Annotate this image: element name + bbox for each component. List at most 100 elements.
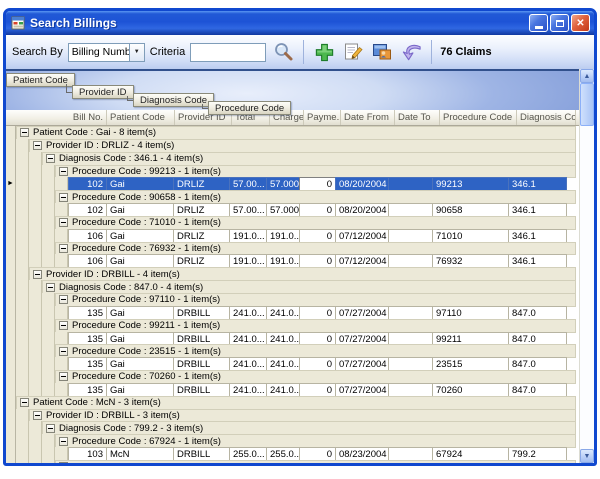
cell-bill-no-[interactable]: 135 [68, 357, 107, 371]
collapse-icon[interactable] [59, 167, 68, 176]
cell-date-from[interactable]: 07/27/2004 [335, 306, 389, 320]
row-selector[interactable] [6, 165, 16, 179]
cell-payme-[interactable]: 0 [299, 447, 336, 461]
cell-diagnosis-code[interactable]: 847.0 [508, 357, 567, 371]
group-row[interactable]: Procedure Code : 76932 - 1 item(s) [6, 242, 576, 256]
cell-provider-id[interactable]: DRLIZ [173, 229, 230, 243]
cell-procedure-code[interactable]: 76932 [432, 254, 509, 268]
collapse-icon[interactable] [59, 193, 68, 202]
collapse-icon[interactable] [20, 398, 29, 407]
column-header-2[interactable]: Patient Code [107, 110, 175, 125]
group-row-bar[interactable]: Procedure Code : 70260 - 1 item(s) [55, 370, 576, 384]
cell-procedure-code[interactable]: 67924 [432, 447, 509, 461]
cell-bill-no-[interactable]: 102 [68, 203, 107, 217]
group-row[interactable]: Provider ID : DRLIZ - 4 item(s) [6, 139, 576, 153]
group-row-bar[interactable]: Patient Code : Gai - 8 item(s) [16, 126, 576, 140]
collapse-icon[interactable] [59, 347, 68, 356]
row-selector[interactable] [6, 332, 16, 346]
collapse-icon[interactable] [59, 462, 68, 463]
cell-date-from[interactable]: 07/27/2004 [335, 332, 389, 346]
cell-patient-code[interactable]: Gai [106, 332, 174, 346]
row-selector[interactable] [6, 460, 16, 463]
row-selector[interactable] [6, 357, 16, 371]
cell-patient-code[interactable]: Gai [106, 306, 174, 320]
minimize-button[interactable] [529, 14, 548, 32]
group-row[interactable]: Procedure Code : 71010 - 1 item(s) [6, 216, 576, 230]
cell-diagnosis-code[interactable]: 346.1 [508, 177, 567, 191]
group-row[interactable]: Patient Code : McN - 3 item(s) [6, 396, 576, 410]
row-selector[interactable] [6, 267, 16, 281]
edit-button[interactable] [341, 40, 365, 64]
cell-charges[interactable]: 191.0... [266, 254, 300, 268]
cell-procedure-code[interactable]: 99213 [432, 177, 509, 191]
collapse-icon[interactable] [33, 270, 42, 279]
cell-patient-code[interactable]: Gai [106, 254, 174, 268]
cell-payme-[interactable]: 0 [299, 383, 336, 397]
cell-charges[interactable]: 255.0... [266, 447, 300, 461]
cell-provider-id[interactable]: DRBILL [173, 357, 230, 371]
group-row[interactable]: Patient Code : Gai - 8 item(s) [6, 126, 576, 140]
cell-date-to[interactable] [388, 229, 433, 243]
chevron-down-icon[interactable]: ▼ [129, 44, 144, 61]
cell-date-to[interactable] [388, 254, 433, 268]
row-selector[interactable] [6, 242, 16, 256]
cell-charges[interactable]: 57.0000 [266, 203, 300, 217]
cell-payme-[interactable]: 0 [299, 357, 336, 371]
column-header-9[interactable]: Procedure Code [440, 110, 517, 125]
cell-date-from[interactable]: 08/23/2004 [335, 447, 389, 461]
column-header-7[interactable]: Date From [341, 110, 395, 125]
cell-diagnosis-code[interactable]: 799.2 [508, 447, 567, 461]
cell-payme-[interactable]: 0 [299, 177, 336, 191]
row-selector[interactable] [6, 152, 16, 166]
data-row[interactable]: 103McNDRBILL255.0...255.0...008/23/20046… [6, 447, 576, 461]
collapse-icon[interactable] [59, 372, 68, 381]
group-row[interactable]: Procedure Code : 70260 - 1 item(s) [6, 370, 576, 384]
cell-total[interactable]: 255.0... [229, 447, 267, 461]
group-row-bar[interactable]: Patient Code : McN - 3 item(s) [16, 396, 576, 410]
scrollbar-thumb[interactable] [580, 83, 594, 126]
cell-procedure-code[interactable]: 23515 [432, 357, 509, 371]
row-selector[interactable] [6, 293, 16, 307]
collapse-icon[interactable] [46, 424, 55, 433]
group-row-bar[interactable]: Procedure Code : 23515 - 1 item(s) [55, 344, 576, 358]
cell-diagnosis-code[interactable]: 847.0 [508, 306, 567, 320]
group-row-bar[interactable]: Procedure Code : 99213 - 1 item(s) [55, 165, 576, 179]
group-row[interactable]: Diagnosis Code : 847.0 - 4 item(s) [6, 280, 576, 294]
cell-procedure-code[interactable]: 70260 [432, 383, 509, 397]
cell-diagnosis-code[interactable]: 346.1 [508, 203, 567, 217]
data-row[interactable]: 106GaiDRLIZ191.0...191.0...007/12/200471… [6, 229, 576, 243]
search-button[interactable] [271, 40, 295, 64]
collapse-icon[interactable] [46, 154, 55, 163]
cell-payme-[interactable]: 0 [299, 332, 336, 346]
group-row[interactable]: Procedure Code : 90658 - 1 item(s) [6, 190, 576, 204]
collapse-icon[interactable] [46, 283, 55, 292]
group-row-bar[interactable]: Procedure Code : 71010 - 1 item(s) [55, 216, 576, 230]
cell-date-from[interactable]: 07/12/2004 [335, 229, 389, 243]
collapse-icon[interactable] [59, 295, 68, 304]
cell-charges[interactable]: 241.0... [266, 357, 300, 371]
row-selector[interactable] [6, 447, 16, 461]
cell-bill-no-[interactable]: 106 [68, 229, 107, 243]
cell-patient-code[interactable]: Gai [106, 229, 174, 243]
cell-bill-no-[interactable]: 106 [68, 254, 107, 268]
titlebar[interactable]: Search Billings ✕ [6, 11, 594, 35]
cell-total[interactable]: 191.0... [229, 254, 267, 268]
maximize-button[interactable] [550, 14, 569, 32]
scroll-down-button[interactable]: ▼ [580, 449, 594, 463]
cell-bill-no-[interactable]: 102 [68, 177, 107, 191]
cell-diagnosis-code[interactable]: 847.0 [508, 332, 567, 346]
row-selector[interactable] [6, 344, 16, 358]
group-row[interactable] [6, 460, 576, 463]
group-row-bar[interactable]: Procedure Code : 99211 - 1 item(s) [55, 319, 576, 333]
group-row-bar[interactable]: Procedure Code : 97110 - 1 item(s) [55, 293, 576, 307]
cell-date-to[interactable] [388, 332, 433, 346]
cell-total[interactable]: 241.0... [229, 306, 267, 320]
cell-provider-id[interactable]: DRLIZ [173, 203, 230, 217]
criteria-input[interactable] [190, 43, 266, 62]
search-by-select[interactable]: Billing Number ▼ [68, 43, 145, 62]
group-tab-patient-code[interactable]: Patient Code [6, 73, 75, 87]
cell-diagnosis-code[interactable]: 847.0 [508, 383, 567, 397]
group-row-bar[interactable]: Diagnosis Code : 346.1 - 4 item(s) [42, 152, 576, 166]
cell-date-to[interactable] [388, 357, 433, 371]
cell-date-from[interactable]: 07/27/2004 [335, 357, 389, 371]
